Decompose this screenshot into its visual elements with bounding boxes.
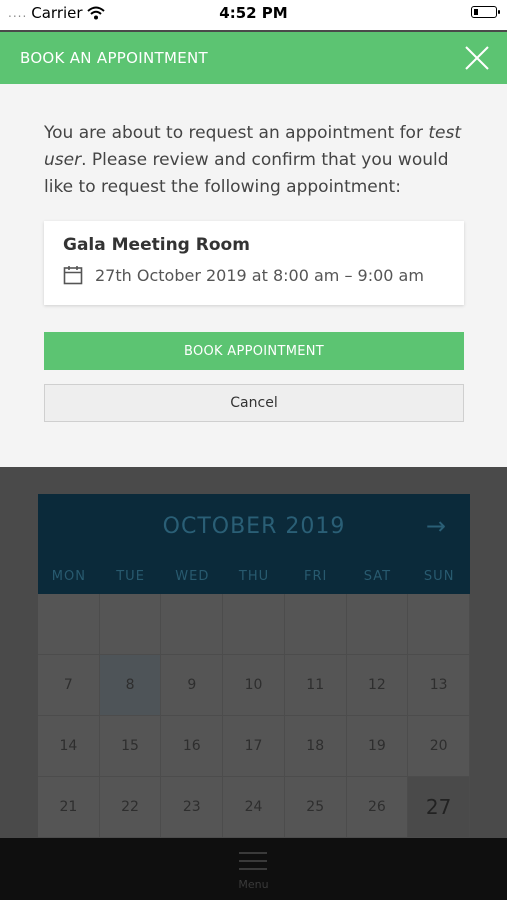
weekday-header: MON TUE WED THU FRI SAT SUN (38, 569, 470, 584)
bottom-menu-bar: Menu (0, 838, 507, 900)
calendar-day-cell[interactable] (408, 594, 470, 655)
calendar-day-cell[interactable]: 11 (284, 655, 347, 716)
intro-text-part2: . Please review and confirm that you wou… (44, 150, 449, 197)
weekday-label: SAT (363, 569, 392, 584)
calendar-day-cell[interactable] (346, 594, 409, 655)
calendar-day-cell[interactable]: 21 (38, 777, 100, 838)
modal-header: BOOK AN APPOINTMENT (0, 32, 507, 84)
calendar-day-cell[interactable]: 19 (346, 716, 409, 777)
calendar-day-cell[interactable]: 12 (346, 655, 409, 716)
calendar-day-cell[interactable]: 8 (99, 655, 162, 716)
modal-body: You are about to request an appointment … (0, 84, 507, 467)
calendar-day-cell[interactable] (99, 594, 162, 655)
menu-label[interactable]: Menu (0, 878, 507, 891)
calendar-day-cell[interactable]: 15 (99, 716, 162, 777)
weekday-label: WED (175, 569, 210, 584)
weekday-label: THU (238, 569, 270, 584)
next-month-arrow-icon[interactable]: → (426, 512, 446, 540)
calendar-day-cell[interactable]: 13 (408, 655, 470, 716)
calendar-day-cell[interactable]: 27 (408, 777, 470, 838)
appointment-card: Gala Meeting Room 27th October 2019 at 8… (44, 221, 464, 305)
status-bar: .... Carrier 4:52 PM (0, 0, 507, 30)
calendar-day-cell[interactable]: 25 (284, 777, 347, 838)
weekday-label: SUN (423, 569, 455, 584)
calendar-month-title: OCTOBER 2019 (162, 514, 346, 539)
hamburger-menu-icon[interactable] (239, 852, 267, 870)
calendar-day-cell[interactable]: 7 (38, 655, 100, 716)
calendar-day-cell[interactable] (284, 594, 347, 655)
intro-text-part1: You are about to request an appointment … (44, 123, 429, 143)
calendar-day-cell[interactable]: 16 (161, 716, 224, 777)
calendar-day-cell[interactable]: 23 (161, 777, 224, 838)
calendar-grid: 7 8 9 10 11 12 13 14 15 16 17 18 19 20 21 22 23 24 25 26 27 (38, 594, 470, 838)
weekday-label: TUE (116, 569, 145, 584)
calendar-day-cell[interactable]: 14 (38, 716, 100, 777)
calendar-day-cell[interactable]: 24 (223, 777, 285, 838)
book-appointment-button[interactable]: BOOK APPOINTMENT (44, 332, 464, 370)
appointment-date-row: 27th October 2019 at 8:00 am – 9:00 am (63, 265, 424, 285)
calendar-header: OCTOBER 2019 → MON TUE WED THU FRI SAT SUN (38, 494, 470, 594)
room-name: Gala Meeting Room (63, 235, 250, 255)
calendar-icon (63, 266, 83, 285)
status-time: 4:52 PM (219, 4, 288, 22)
intro-text: You are about to request an appointment … (44, 120, 474, 201)
appointment-datetime: 27th October 2019 at 8:00 am – 9:00 am (95, 265, 424, 285)
calendar-day-cell[interactable]: 18 (284, 716, 347, 777)
calendar-day-cell[interactable]: 22 (99, 777, 162, 838)
calendar-day-cell[interactable] (223, 594, 285, 655)
calendar-day-cell[interactable] (38, 594, 100, 655)
weekday-label: MON (51, 569, 86, 584)
calendar: OCTOBER 2019 → MON TUE WED THU FRI SAT SUN 789… (38, 494, 470, 839)
cancel-button[interactable]: Cancel (44, 384, 464, 422)
battery-icon (471, 6, 500, 18)
calendar-day-cell[interactable]: 10 (223, 655, 285, 716)
calendar-day-cell[interactable] (161, 594, 224, 655)
close-icon[interactable] (463, 44, 491, 72)
calendar-day-cell[interactable]: 17 (223, 716, 285, 777)
modal-title: BOOK AN APPOINTMENT (20, 49, 208, 67)
calendar-day-cell[interactable]: 9 (161, 655, 224, 716)
calendar-day-cell[interactable]: 20 (408, 716, 470, 777)
calendar-day-cell[interactable]: 26 (346, 777, 409, 838)
weekday-label: FRI (304, 569, 328, 584)
